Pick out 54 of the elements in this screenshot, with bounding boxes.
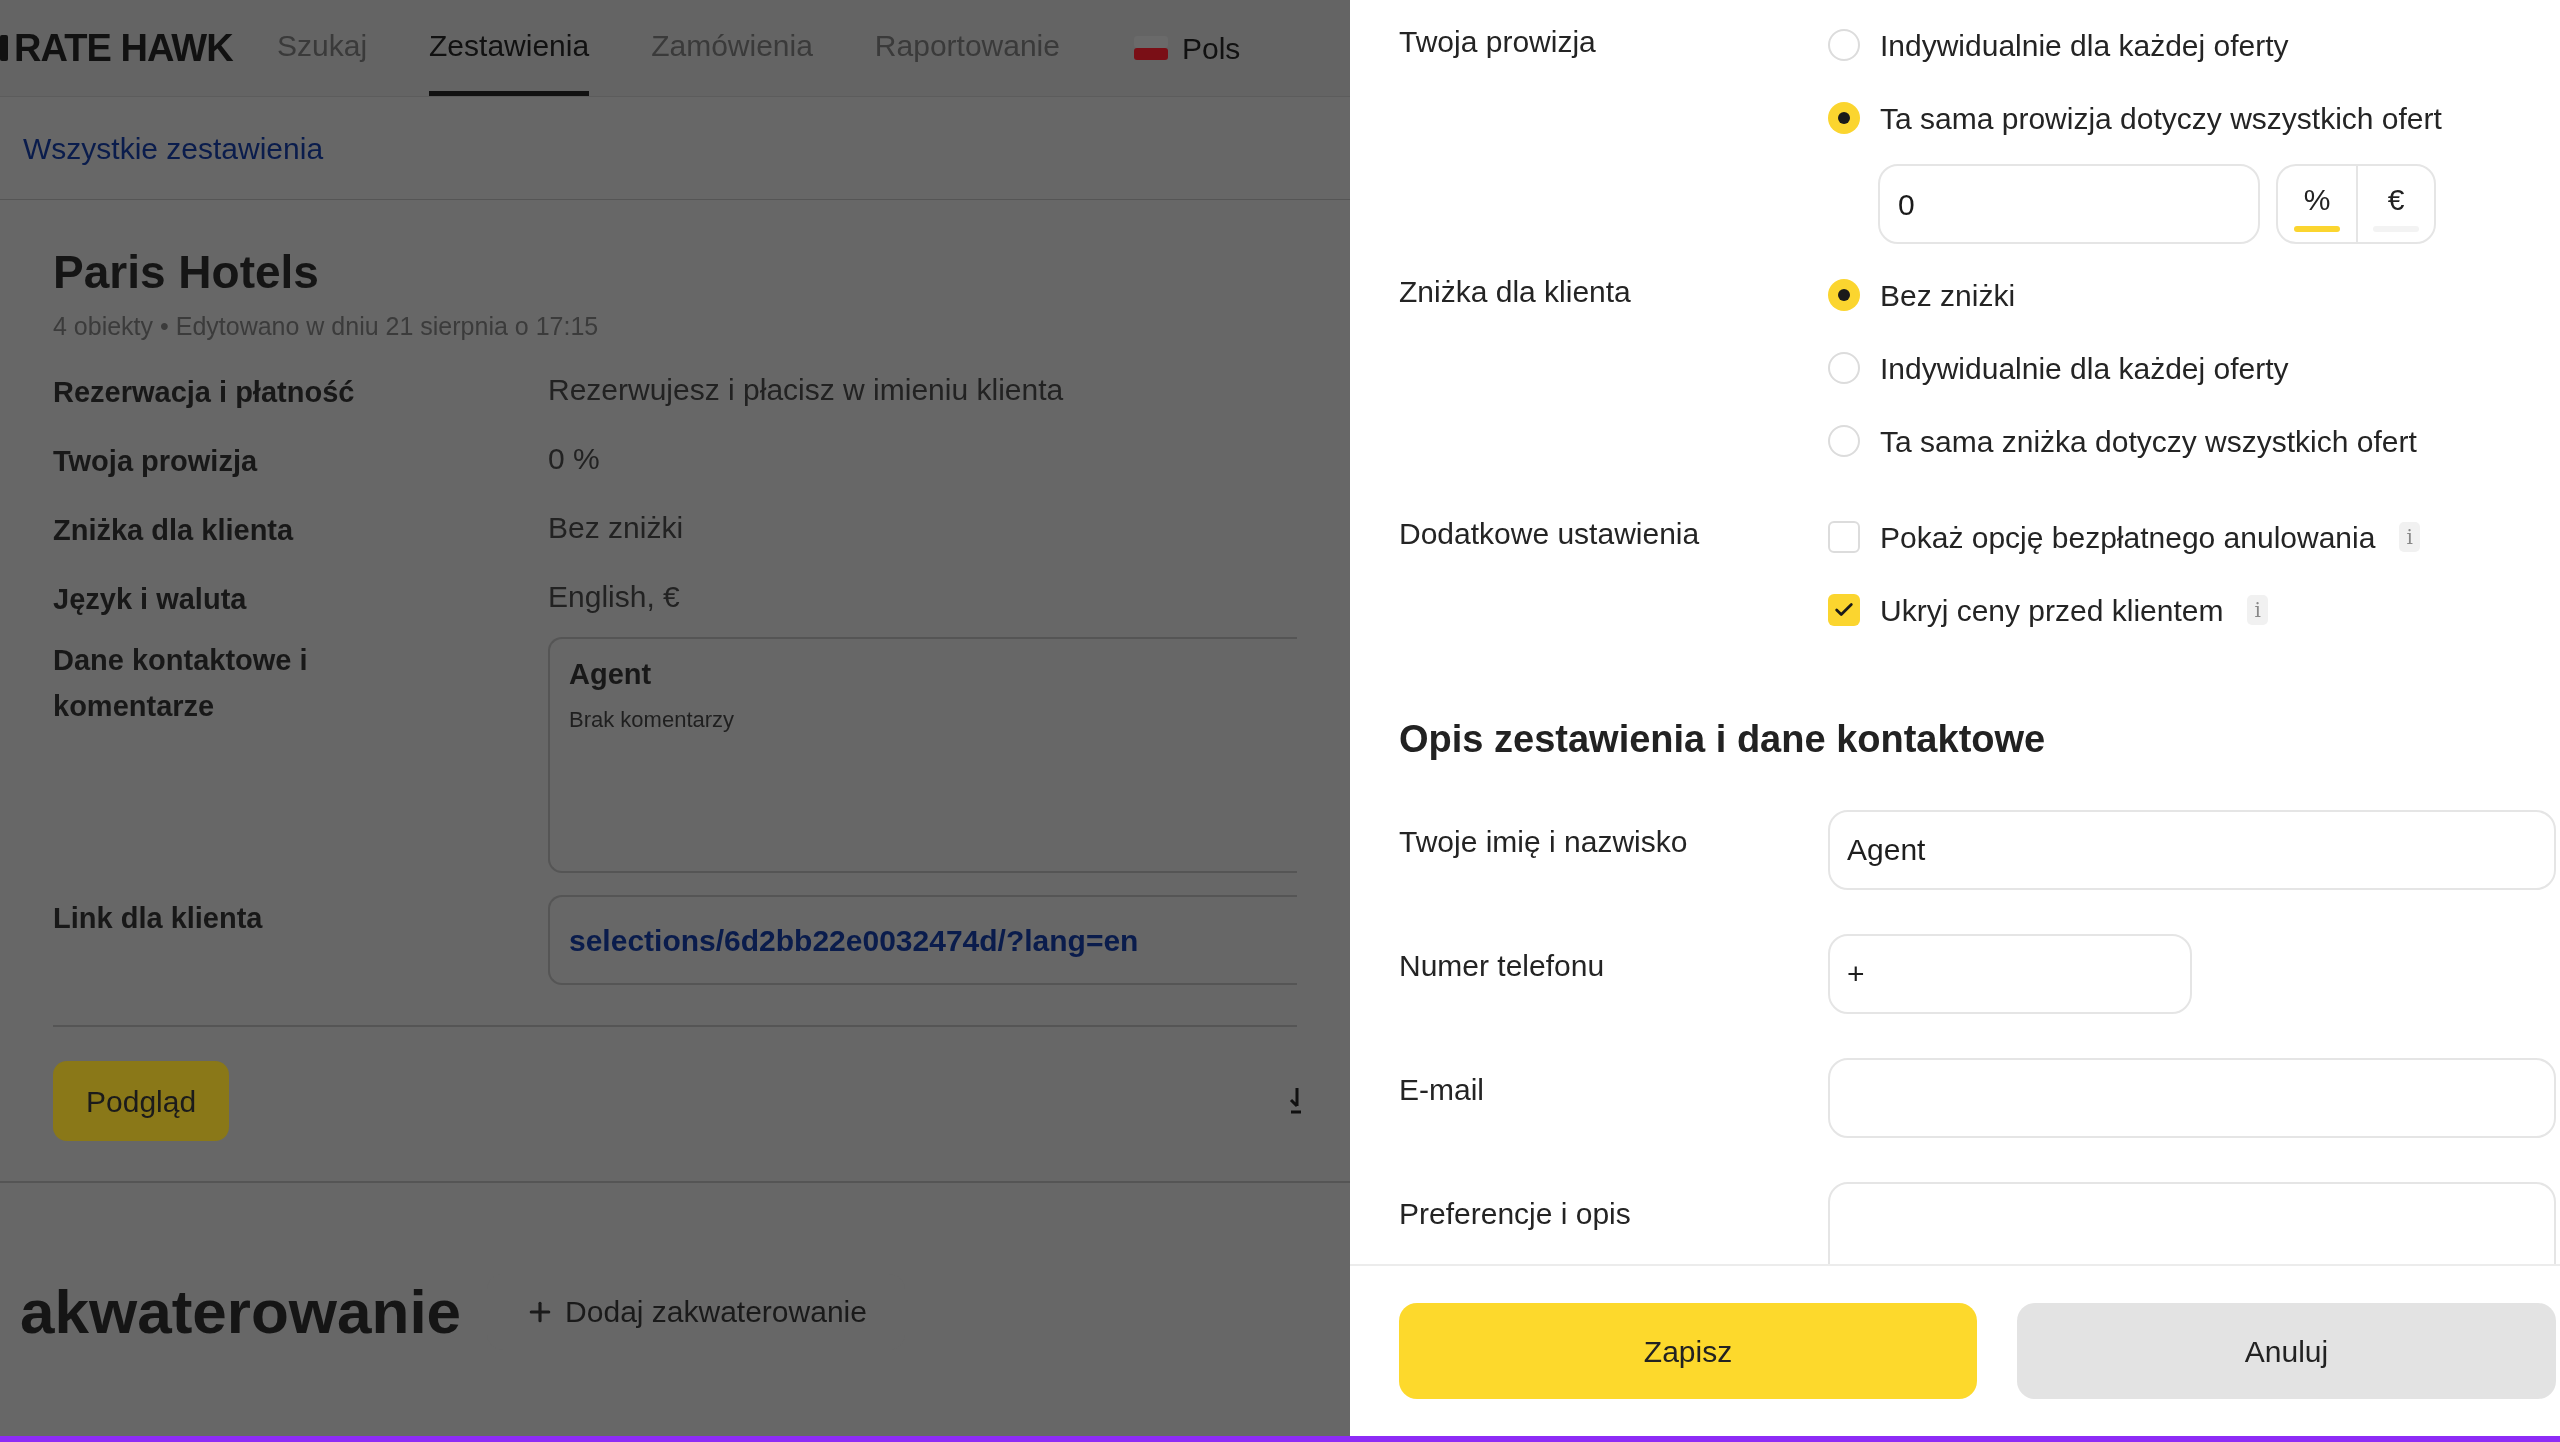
setting-label: Zniżka dla klienta — [1399, 274, 1632, 310]
detail-value: Rezerwujesz i płacisz w imieniu klienta — [548, 372, 1064, 408]
logo[interactable]: RATE HAWK — [14, 19, 233, 77]
breadcrumb-link[interactable]: Wszystkie zestawienia — [23, 125, 324, 171]
unit-option[interactable]: % — [2278, 166, 2356, 242]
radio-button[interactable] — [1828, 425, 1860, 457]
field-label: Numer telefonu — [1399, 948, 1606, 984]
info-badge[interactable]: i — [2399, 522, 2420, 552]
unit-option[interactable]: € — [2356, 166, 2434, 242]
checkbox[interactable] — [1828, 594, 1860, 626]
checkbox-label: Ukryj ceny przed klientem — [1880, 592, 2224, 629]
checkbox[interactable] — [1828, 521, 1860, 553]
detail-label: Link dla klienta — [53, 901, 264, 936]
input-field[interactable]: + — [1828, 934, 2192, 1014]
setting-label: Twoja prowizja — [1399, 24, 1597, 60]
radio-label: Ta sama prowizja dotyczy wszystkich ofert — [1880, 100, 2442, 137]
detail-label: Język i waluta — [53, 583, 247, 615]
detail-label: Rezerwacja i płatność — [53, 376, 355, 408]
detail-value: 0 % — [548, 441, 600, 477]
contact-name: Agent — [569, 657, 653, 692]
radio-button[interactable] — [1828, 279, 1860, 311]
language-selector[interactable]: Pols — [1182, 25, 1241, 71]
link-field[interactable]: selections/6d2bb22e0032474d/?lang=en — [548, 895, 1297, 985]
logo-icon — [0, 33, 8, 63]
detail-value: Bez zniżki — [548, 510, 684, 546]
field-label: E-mail — [1399, 1072, 1485, 1108]
preview-button[interactable]: Podgląd — [53, 1061, 230, 1141]
radio-label: Indywidualnie dla każdej oferty — [1880, 27, 2289, 64]
radio-label: Indywidualnie dla każdej oferty — [1880, 350, 2289, 387]
save-button[interactable]: Zapisz — [1399, 1303, 1977, 1399]
comment-text: Brak komentarzy — [569, 705, 736, 734]
nav-tab[interactable]: Zestawienia — [429, 0, 590, 96]
section-heading: Opis zestawienia i dane kontaktowe — [1399, 717, 2047, 762]
detail-label: Twoja prowizja — [53, 445, 258, 477]
commission-input[interactable]: 0 — [1878, 164, 2260, 244]
setting-label: Dodatkowe ustawienia — [1399, 516, 1701, 552]
radio-label: Bez zniżki — [1880, 277, 2016, 314]
detail-label: Zniżka dla klienta — [53, 514, 294, 546]
radio-button[interactable] — [1828, 29, 1860, 61]
detail-label: Dane kontaktowe i komentarze — [53, 643, 309, 724]
detail-value: English, € — [548, 579, 680, 615]
cancel-button[interactable]: Anuluj — [2017, 1303, 2556, 1399]
section-heading: akwaterowanie — [20, 1276, 462, 1348]
radio-button[interactable] — [1828, 102, 1860, 134]
checkbox-label: Pokaż opcję bezpłatnego anulowania — [1880, 519, 2376, 556]
radio-label: Ta sama zniżka dotyczy wszystkich ofert — [1880, 423, 2417, 460]
selection-title: Paris Hotels — [53, 245, 320, 300]
radio-button[interactable] — [1828, 352, 1860, 384]
field-label: Preferencje i opis — [1399, 1196, 1632, 1232]
flag-icon — [1134, 34, 1168, 62]
input-field[interactable] — [1828, 1058, 2556, 1138]
info-badge[interactable]: i — [2247, 595, 2268, 625]
field-label: Twoje imię i nazwisko — [1399, 824, 1689, 860]
input-field[interactable]: Agent — [1828, 810, 2556, 890]
